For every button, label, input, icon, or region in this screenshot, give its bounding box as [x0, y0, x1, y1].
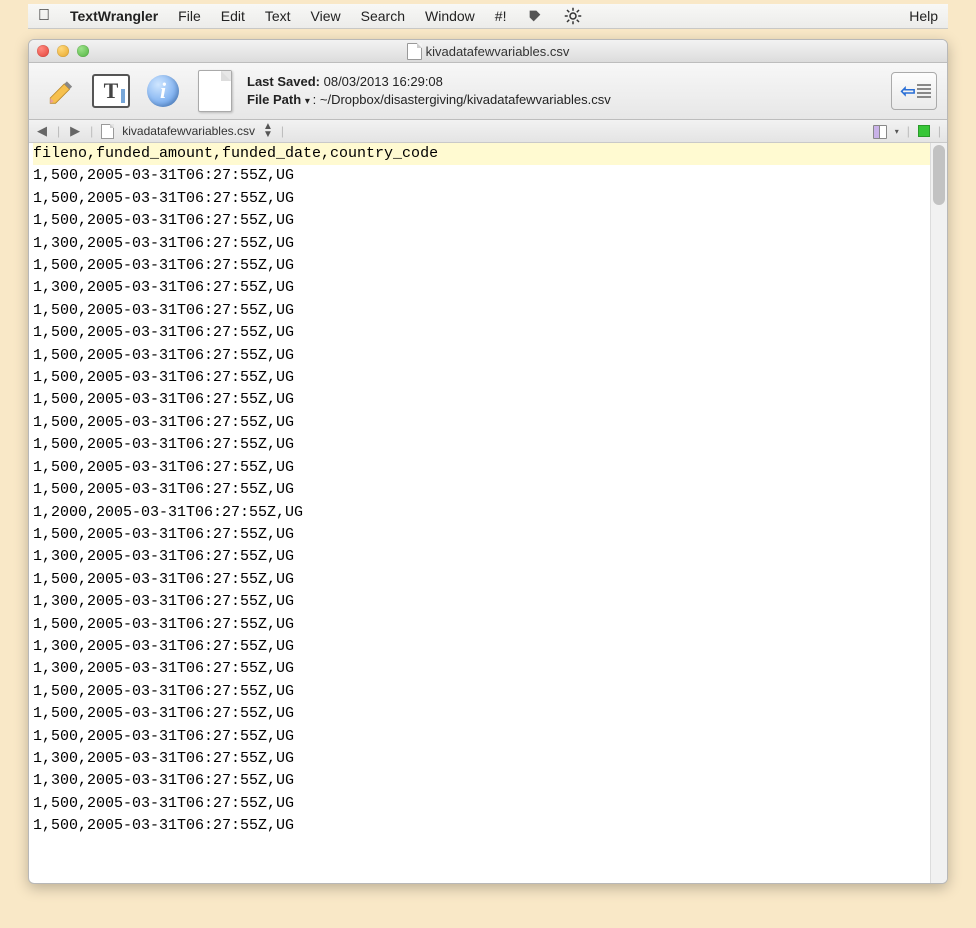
- csv-row: 1,300,2005-03-31T06:27:55Z,UG: [33, 748, 930, 770]
- document-icon: [407, 43, 422, 60]
- window-controls: [29, 45, 89, 57]
- text-editor[interactable]: fileno,funded_amount,funded_date,country…: [29, 143, 930, 883]
- text-options-icon: T: [92, 74, 130, 108]
- file-path-label: File Path: [247, 92, 301, 107]
- bookmark-icon[interactable]: [873, 125, 887, 137]
- window-titlebar[interactable]: kivadatafewvariables.csv: [29, 40, 947, 63]
- csv-row: 1,500,2005-03-31T06:27:55Z,UG: [33, 703, 930, 725]
- apple-menu-icon[interactable]: : [38, 7, 50, 25]
- document-large-icon: [198, 70, 232, 112]
- csv-row: 1,500,2005-03-31T06:27:55Z,UG: [33, 165, 930, 187]
- csv-row: 1,300,2005-03-31T06:27:55Z,UG: [33, 233, 930, 255]
- nav-back-button[interactable]: ◀: [35, 123, 49, 139]
- csv-row: 1,300,2005-03-31T06:27:55Z,UG: [33, 546, 930, 568]
- menu-file[interactable]: File: [178, 8, 201, 24]
- csv-row: 1,300,2005-03-31T06:27:55Z,UG: [33, 658, 930, 680]
- csv-row: 1,500,2005-03-31T06:27:55Z,UG: [33, 726, 930, 748]
- menu-view[interactable]: View: [311, 8, 341, 24]
- csv-row: 1,500,2005-03-31T06:27:55Z,UG: [33, 412, 930, 434]
- toolbar: T i Last Saved: 08/03/2013 16:29:08 File…: [29, 63, 947, 120]
- list-icon: [917, 84, 931, 98]
- window-close-button[interactable]: [37, 45, 49, 57]
- file-path-value: ~/Dropbox/disastergiving/kivadatafewvari…: [320, 92, 611, 107]
- csv-row: 1,500,2005-03-31T06:27:55Z,UG: [33, 614, 930, 636]
- csv-row: 1,500,2005-03-31T06:27:55Z,UG: [33, 524, 930, 546]
- edit-tool-button[interactable]: [39, 71, 79, 111]
- csv-row: 1,500,2005-03-31T06:27:55Z,UG: [33, 210, 930, 232]
- csv-header-row: fileno,funded_amount,funded_date,country…: [33, 143, 930, 165]
- text-options-button[interactable]: T: [91, 71, 131, 111]
- path-dropdown-icon[interactable]: ▾: [305, 96, 313, 107]
- file-switcher-stepper[interactable]: ▲▼: [263, 123, 273, 139]
- document-button[interactable]: [195, 71, 235, 111]
- app-menu[interactable]: TextWrangler: [70, 8, 158, 24]
- file-info: Last Saved: 08/03/2013 16:29:08 File Pat…: [247, 73, 879, 108]
- menu-search[interactable]: Search: [361, 8, 405, 24]
- csv-row: 1,2000,2005-03-31T06:27:55Z,UG: [33, 502, 930, 524]
- document-window: kivadatafewvariables.csv T i Last Saved:…: [28, 39, 948, 884]
- csv-row: 1,500,2005-03-31T06:27:55Z,UG: [33, 815, 930, 837]
- open-file-name[interactable]: kivadatafewvariables.csv: [122, 124, 255, 138]
- csv-row: 1,500,2005-03-31T06:27:55Z,UG: [33, 569, 930, 591]
- bookmark-dropdown-icon[interactable]: ▾: [895, 127, 899, 136]
- editor-area: fileno,funded_amount,funded_date,country…: [29, 143, 947, 883]
- menu-text[interactable]: Text: [265, 8, 291, 24]
- csv-row: 1,500,2005-03-31T06:27:55Z,UG: [33, 345, 930, 367]
- nav-forward-button[interactable]: ▶: [68, 123, 82, 139]
- menu-shebang[interactable]: #!: [495, 8, 507, 24]
- menu-help[interactable]: Help: [909, 8, 938, 24]
- status-indicator-icon[interactable]: [918, 125, 930, 137]
- csv-row: 1,500,2005-03-31T06:27:55Z,UG: [33, 479, 930, 501]
- csv-row: 1,500,2005-03-31T06:27:55Z,UG: [33, 793, 930, 815]
- csv-row: 1,500,2005-03-31T06:27:55Z,UG: [33, 434, 930, 456]
- csv-row: 1,300,2005-03-31T06:27:55Z,UG: [33, 277, 930, 299]
- csv-row: 1,500,2005-03-31T06:27:55Z,UG: [33, 457, 930, 479]
- window-zoom-button[interactable]: [77, 45, 89, 57]
- vertical-scrollbar[interactable]: [930, 143, 947, 883]
- menu-window[interactable]: Window: [425, 8, 475, 24]
- gear-icon[interactable]: [564, 7, 582, 25]
- script-menu-icon[interactable]: [526, 7, 544, 25]
- menu-edit[interactable]: Edit: [221, 8, 245, 24]
- csv-row: 1,500,2005-03-31T06:27:55Z,UG: [33, 188, 930, 210]
- document-mini-icon: [101, 124, 114, 139]
- info-icon: i: [147, 75, 179, 107]
- arrow-left-icon: ⇦: [900, 81, 915, 102]
- csv-row: 1,500,2005-03-31T06:27:55Z,UG: [33, 255, 930, 277]
- pencil-icon: [45, 77, 73, 105]
- csv-row: 1,500,2005-03-31T06:27:55Z,UG: [33, 322, 930, 344]
- system-menubar:  TextWrangler File Edit Text View Searc…: [28, 4, 948, 29]
- csv-row: 1,500,2005-03-31T06:27:55Z,UG: [33, 389, 930, 411]
- info-button[interactable]: i: [143, 71, 183, 111]
- scrollbar-thumb[interactable]: [933, 145, 945, 205]
- last-saved-value: 08/03/2013 16:29:08: [324, 74, 443, 89]
- sidebar-toggle-button[interactable]: ⇦: [891, 72, 937, 110]
- csv-row: 1,300,2005-03-31T06:27:55Z,UG: [33, 770, 930, 792]
- csv-row: 1,500,2005-03-31T06:27:55Z,UG: [33, 300, 930, 322]
- csv-row: 1,300,2005-03-31T06:27:55Z,UG: [33, 636, 930, 658]
- document-navbar: ◀ | ▶ | kivadatafewvariables.csv ▲▼ | ▾ …: [29, 120, 947, 143]
- window-minimize-button[interactable]: [57, 45, 69, 57]
- csv-row: 1,500,2005-03-31T06:27:55Z,UG: [33, 681, 930, 703]
- csv-row: 1,300,2005-03-31T06:27:55Z,UG: [33, 591, 930, 613]
- last-saved-label: Last Saved:: [247, 74, 320, 89]
- window-title: kivadatafewvariables.csv: [426, 44, 570, 59]
- csv-row: 1,500,2005-03-31T06:27:55Z,UG: [33, 367, 930, 389]
